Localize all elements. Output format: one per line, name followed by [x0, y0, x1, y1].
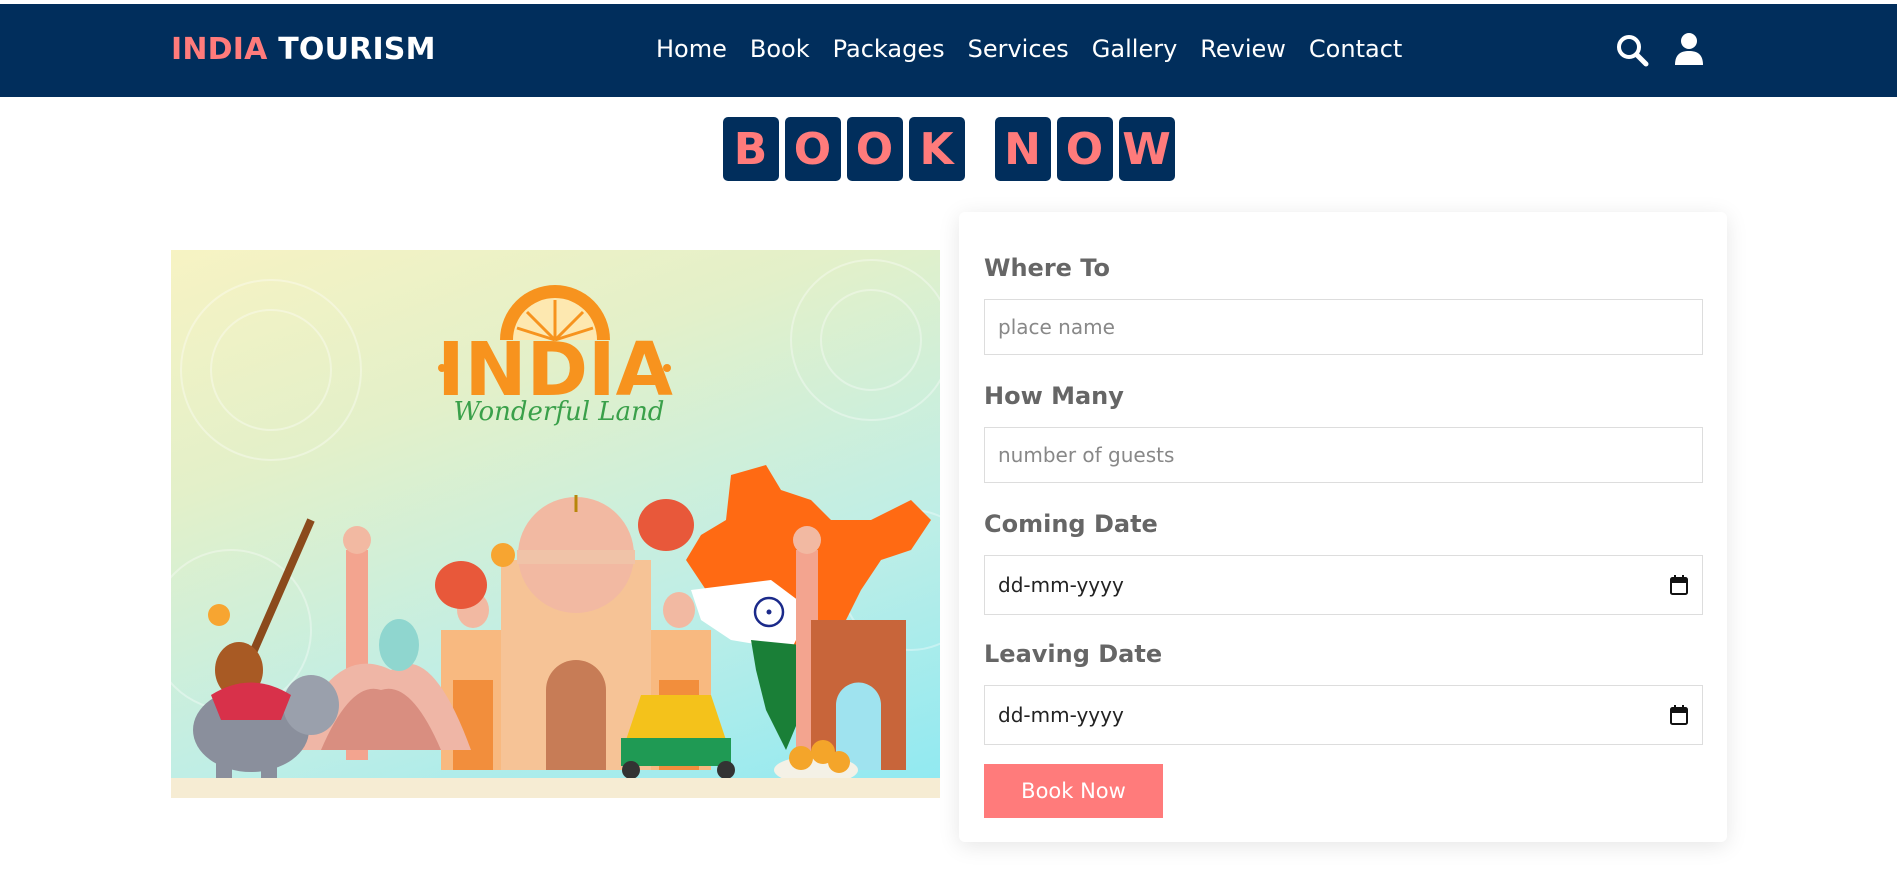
guests-input[interactable]: number of guests — [984, 427, 1703, 483]
book-now-heading: B O O K N O W — [0, 117, 1897, 181]
heading-letter: O — [784, 117, 841, 181]
leaving-date-input[interactable]: dd-mm-yyyy — [984, 685, 1703, 745]
heading-letter: W — [1118, 117, 1175, 181]
nav-packages[interactable]: Packages — [833, 35, 945, 63]
leaving-date-value: dd-mm-yyyy — [998, 703, 1124, 727]
nav-services[interactable]: Services — [968, 35, 1069, 63]
nav-review[interactable]: Review — [1200, 35, 1286, 63]
india-illustration: INDIA Wonderful Land — [171, 250, 940, 798]
illustration-subtitle: Wonderful Land — [454, 397, 665, 427]
user-icon[interactable] — [1674, 32, 1704, 70]
search-icon[interactable] — [1615, 33, 1649, 71]
heading-letter: O — [1056, 117, 1113, 181]
coming-date-label: Coming Date — [984, 510, 1158, 538]
brand-accent: INDIA — [171, 32, 268, 67]
heading-letter: B — [722, 117, 779, 181]
nav-home[interactable]: Home — [656, 35, 727, 63]
coming-date-input[interactable]: dd-mm-yyyy — [984, 555, 1703, 615]
brand-logo[interactable]: INDIA TOURISM — [171, 32, 436, 67]
heading-letter: O — [846, 117, 903, 181]
where-to-input[interactable]: place name — [984, 299, 1703, 355]
illustration-art: INDIA Wonderful Land — [171, 259, 940, 798]
nav-gallery[interactable]: Gallery — [1092, 35, 1177, 63]
coming-date-value: dd-mm-yyyy — [998, 573, 1124, 597]
where-to-label: Where To — [984, 254, 1110, 282]
main-nav: Home Book Packages Services Gallery Revi… — [656, 35, 1425, 63]
leaving-date-label: Leaving Date — [984, 640, 1163, 668]
nav-book[interactable]: Book — [750, 35, 810, 63]
heading-letter: K — [908, 117, 965, 181]
calendar-icon[interactable] — [1670, 705, 1688, 730]
how-many-label: How Many — [984, 382, 1124, 410]
nav-contact[interactable]: Contact — [1309, 35, 1402, 63]
book-now-button[interactable]: Book Now — [984, 764, 1163, 818]
calendar-icon[interactable] — [1670, 575, 1688, 600]
heading-letter: N — [994, 117, 1051, 181]
brand-main: TOURISM — [278, 32, 436, 67]
booking-form: Where To place name How Many number of g… — [959, 212, 1727, 842]
site-header: INDIA TOURISM Home Book Packages Service… — [0, 4, 1897, 97]
heading-space — [971, 117, 989, 181]
